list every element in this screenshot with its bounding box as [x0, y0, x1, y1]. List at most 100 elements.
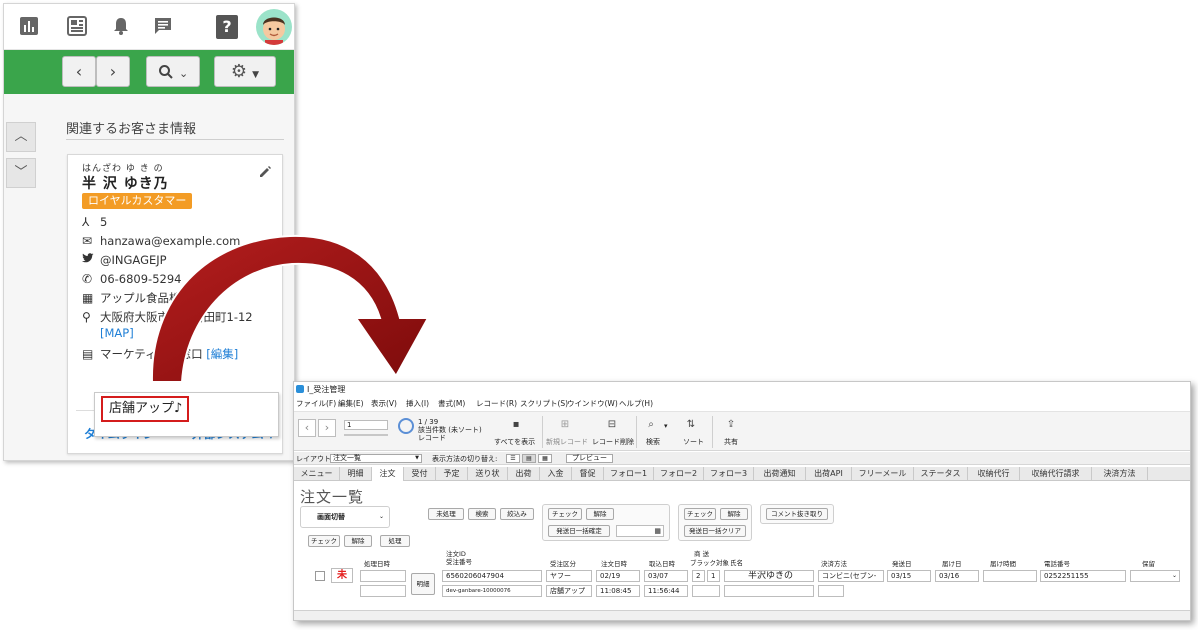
narrow-button[interactable]: 絞込み: [500, 508, 534, 520]
check-button[interactable]: チェック: [308, 535, 340, 547]
new-record-icon[interactable]: ⊞: [560, 420, 570, 430]
row-checkbox[interactable]: [315, 571, 325, 581]
tab-order[interactable]: 注文: [372, 467, 404, 481]
group-check-button[interactable]: チェック: [548, 508, 582, 520]
arrival-date-cell[interactable]: 03/16: [935, 570, 979, 582]
menu-file[interactable]: ファイル(F): [296, 398, 336, 409]
tab-payment[interactable]: 入金: [540, 467, 572, 481]
tab-shipping-notice[interactable]: 出荷通知: [754, 467, 806, 481]
received-no-cell[interactable]: 6560206047904: [442, 570, 542, 582]
list-view-button[interactable]: ▤: [522, 454, 536, 463]
ship-date-input[interactable]: ▦: [616, 525, 664, 537]
import-time-cell[interactable]: 11:56:44: [644, 585, 688, 597]
menu-insert[interactable]: 挿入(I): [406, 398, 429, 409]
comment-extract-button[interactable]: コメント抜き取り: [766, 508, 828, 520]
processed-at-cell-2[interactable]: [360, 585, 406, 597]
processed-at-cell[interactable]: [360, 570, 406, 582]
menu-format[interactable]: 書式(M): [438, 398, 465, 409]
order-type-cell[interactable]: ヤフー: [546, 570, 592, 582]
caret-down-icon[interactable]: ▾: [664, 422, 668, 430]
unprocessed-button[interactable]: 未処理: [428, 508, 464, 520]
menu-edit[interactable]: 編集(E): [338, 398, 364, 409]
customer-name-cell[interactable]: 半沢ゆきの: [724, 570, 814, 582]
menu-help[interactable]: ヘルプ(H): [619, 398, 653, 409]
prev-record-button[interactable]: ‹: [298, 419, 316, 437]
tab-status[interactable]: ステータス: [914, 467, 968, 481]
tab-collection-billing[interactable]: 収納代行請求: [1020, 467, 1092, 481]
menu-record[interactable]: レコード(R): [476, 398, 517, 409]
back-button[interactable]: ‹: [62, 56, 96, 87]
map-link-text[interactable]: [MAP]: [100, 326, 134, 340]
tab-detail[interactable]: 明細: [340, 467, 372, 481]
search-icon[interactable]: ⌕: [646, 420, 656, 430]
share-icon[interactable]: ⇪: [726, 420, 736, 430]
ship-date-clear-button[interactable]: 発送日一括クリア: [684, 525, 746, 537]
next-record-button[interactable]: ›: [318, 419, 336, 437]
find-button[interactable]: 検索: [646, 438, 660, 446]
screen-switch-select[interactable]: 画面切替 ⌄: [300, 506, 390, 528]
tab-shipment[interactable]: 出荷: [508, 467, 540, 481]
menu-window[interactable]: ウインドウ(W): [567, 398, 618, 409]
arrival-time-cell[interactable]: [983, 570, 1037, 582]
hold-select[interactable]: ⌄: [1130, 570, 1180, 582]
tab-menu[interactable]: メニュー: [294, 467, 340, 481]
flag-cell-2[interactable]: [692, 585, 720, 597]
tab-collection[interactable]: 収納代行: [968, 467, 1020, 481]
group2-check-button[interactable]: チェック: [684, 508, 716, 520]
tab-follow1[interactable]: フォロー1: [604, 467, 654, 481]
edit-link[interactable]: [編集]: [206, 347, 238, 361]
bell-icon[interactable]: [110, 16, 132, 38]
layout-select[interactable]: 注文一覧 ▼: [330, 454, 422, 463]
settings-menu-button[interactable]: ⚙ ▼: [214, 56, 276, 87]
payment-cell[interactable]: コンビニ(セブン-: [818, 570, 884, 582]
tab-shipping-api[interactable]: 出荷API: [806, 467, 852, 481]
record-slider[interactable]: [344, 434, 388, 436]
message-icon[interactable]: [152, 16, 174, 38]
flag1-cell[interactable]: 2: [692, 570, 705, 582]
tab-follow2[interactable]: フォロー2: [654, 467, 704, 481]
show-all-icon[interactable]: ▪: [511, 420, 521, 430]
forward-button[interactable]: ›: [96, 56, 130, 87]
sort-icon[interactable]: ⇅: [686, 420, 696, 430]
order-time-cell[interactable]: 11:08:45: [596, 585, 640, 597]
preview-button[interactable]: プレビュー: [566, 454, 613, 463]
horizontal-scrollbar[interactable]: [294, 610, 1190, 620]
dashboard-icon[interactable]: [66, 16, 88, 38]
phone-cell[interactable]: 0252251155: [1040, 570, 1126, 582]
order-date-cell[interactable]: 02/19: [596, 570, 640, 582]
menu-script[interactable]: スクリプト(S): [520, 398, 568, 409]
order-no-cell[interactable]: dev-ganbare-10000076: [442, 585, 542, 597]
detail-button[interactable]: 明細: [411, 573, 435, 595]
avatar[interactable]: [256, 9, 292, 45]
flag2-cell[interactable]: 1: [707, 570, 720, 582]
group2-release-button[interactable]: 解除: [720, 508, 748, 520]
release-button[interactable]: 解除: [344, 535, 372, 547]
scroll-up-button[interactable]: ︿: [6, 122, 36, 152]
tab-reception[interactable]: 受付: [404, 467, 436, 481]
delete-record-button[interactable]: レコード削除: [592, 438, 634, 446]
tab-payment-method[interactable]: 決済方法: [1092, 467, 1148, 481]
search-button[interactable]: 検索: [468, 508, 496, 520]
sort-button[interactable]: ソート: [683, 438, 704, 446]
import-date-cell[interactable]: 03/07: [644, 570, 688, 582]
tab-shipping-slip[interactable]: 送り状: [468, 467, 508, 481]
chart-icon[interactable]: [18, 16, 40, 38]
table-view-button[interactable]: ▦: [538, 454, 552, 463]
dropdown-item-store-up[interactable]: 店舗アップ♪: [101, 396, 189, 422]
new-record-button[interactable]: 新規レコード: [546, 438, 588, 446]
menu-view[interactable]: 表示(V): [371, 398, 397, 409]
order-type2-cell[interactable]: 店舗アップ: [546, 585, 592, 597]
group-release-button[interactable]: 解除: [586, 508, 614, 520]
pencil-icon[interactable]: [258, 165, 274, 181]
map-link[interactable]: [MAP]: [100, 324, 134, 342]
tab-reminder[interactable]: 督促: [572, 467, 604, 481]
customer-name-cell-2[interactable]: [724, 585, 814, 597]
share-button[interactable]: 共有: [724, 438, 738, 446]
tab-schedule[interactable]: 予定: [436, 467, 468, 481]
show-all-button[interactable]: すべてを表示: [494, 438, 535, 446]
form-view-button[interactable]: ☰: [506, 454, 520, 463]
search-menu-button[interactable]: ⌄: [146, 56, 200, 87]
tab-free-mail[interactable]: フリーメール: [852, 467, 914, 481]
ship-date-confirm-button[interactable]: 発送日一括確定: [548, 525, 610, 537]
ship-date-cell[interactable]: 03/15: [887, 570, 931, 582]
